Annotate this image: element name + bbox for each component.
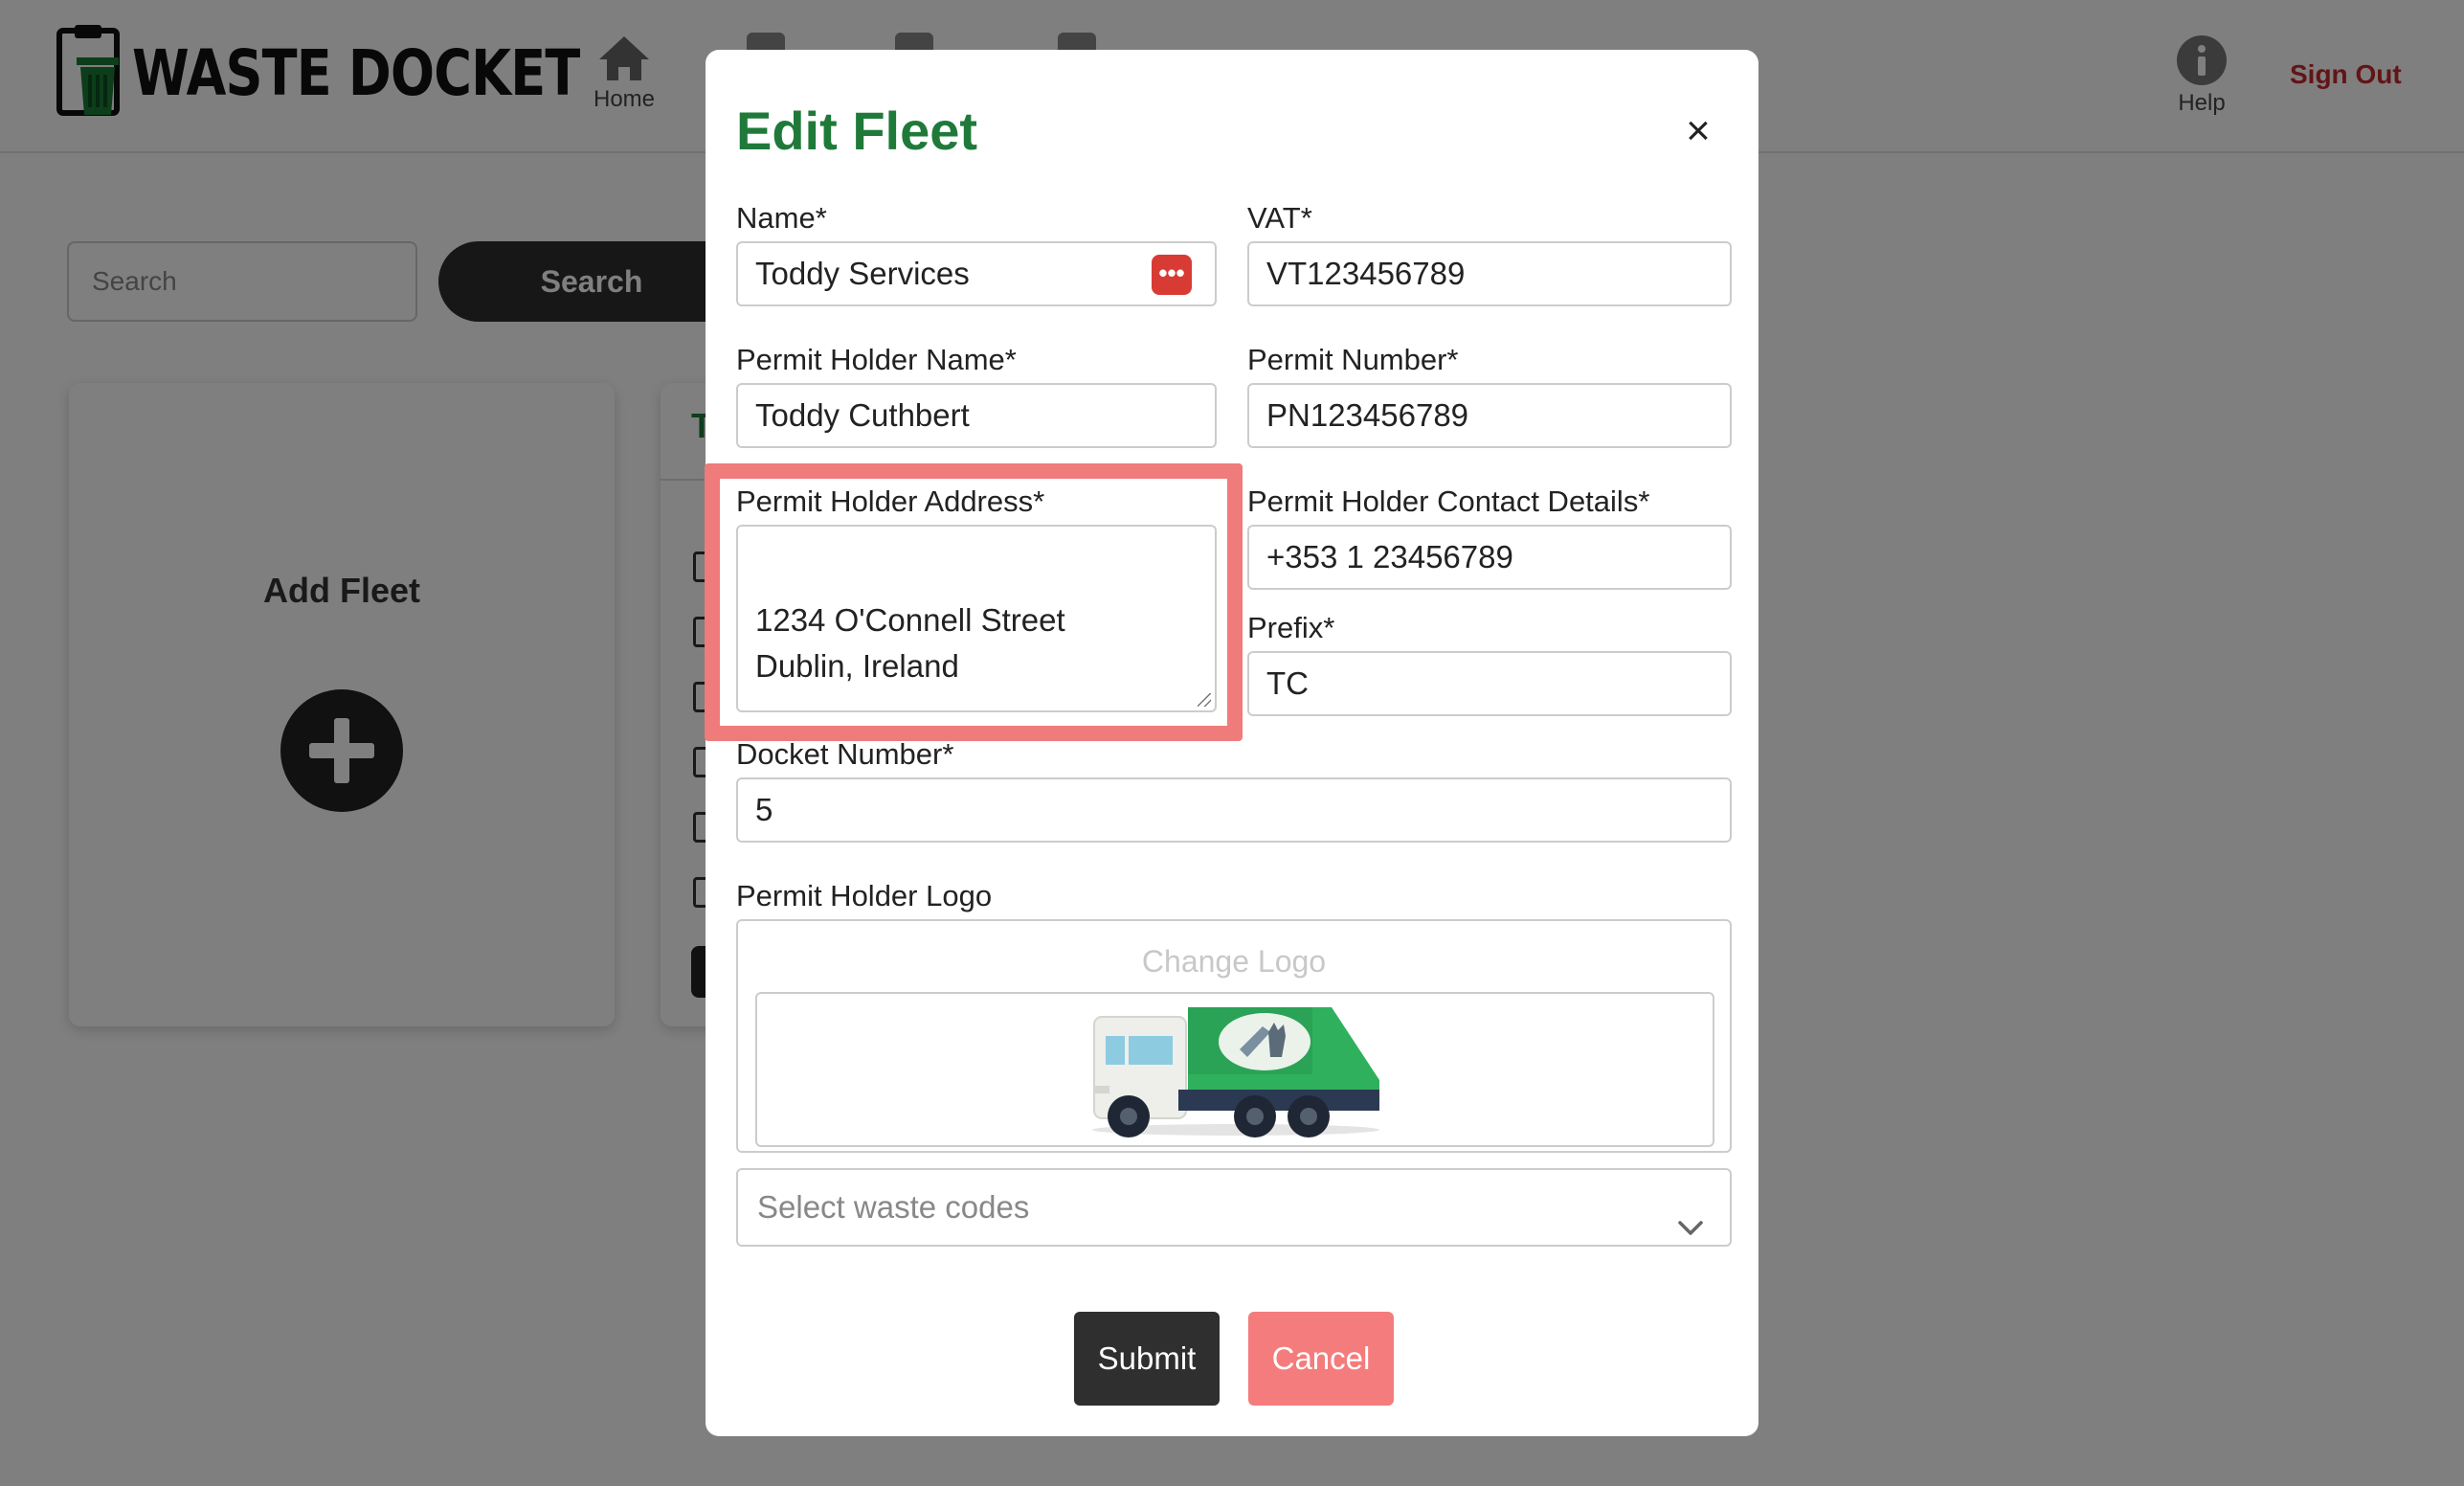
waste-codes-placeholder: Select waste codes [757, 1189, 1030, 1225]
close-icon[interactable]: × [1674, 107, 1722, 155]
permit-number-input[interactable]: PN123456789 [1247, 383, 1732, 448]
cancel-button[interactable]: Cancel [1248, 1312, 1394, 1406]
permit-holder-contact-input[interactable]: +353 1 23456789 [1247, 525, 1732, 590]
logo-upload-box[interactable]: Change Logo [736, 919, 1732, 1153]
address-field-highlight [705, 463, 1243, 741]
name-input[interactable]: Toddy Services ••• [736, 241, 1217, 306]
permit-holder-contact-label: Permit Holder Contact Details* [1247, 484, 1650, 518]
logo-preview [755, 992, 1714, 1147]
submit-button[interactable]: Submit [1074, 1312, 1220, 1406]
docket-number-label: Docket Number* [736, 737, 954, 771]
edit-fleet-modal: Edit Fleet × Name* Toddy Services ••• VA… [706, 50, 1758, 1436]
password-manager-icon[interactable]: ••• [1152, 255, 1192, 295]
truck-logo-image [1092, 1007, 1379, 1137]
docket-number-input[interactable]: 5 [736, 777, 1732, 843]
chevron-down-icon [1676, 1195, 1705, 1270]
name-value: Toddy Services [755, 256, 970, 291]
permit-holder-name-label: Permit Holder Name* [736, 343, 1017, 376]
vat-label: VAT* [1247, 201, 1312, 235]
prefix-input[interactable]: TC [1247, 651, 1732, 716]
permit-number-label: Permit Number* [1247, 343, 1459, 376]
permit-holder-name-input[interactable]: Toddy Cuthbert [736, 383, 1217, 448]
modal-title: Edit Fleet [736, 101, 978, 161]
vat-input[interactable]: VT123456789 [1247, 241, 1732, 306]
prefix-label: Prefix* [1247, 611, 1335, 644]
change-logo-button[interactable]: Change Logo [738, 944, 1730, 979]
name-label: Name* [736, 201, 827, 235]
permit-holder-logo-label: Permit Holder Logo [736, 879, 993, 912]
waste-codes-select[interactable]: Select waste codes [736, 1168, 1732, 1247]
